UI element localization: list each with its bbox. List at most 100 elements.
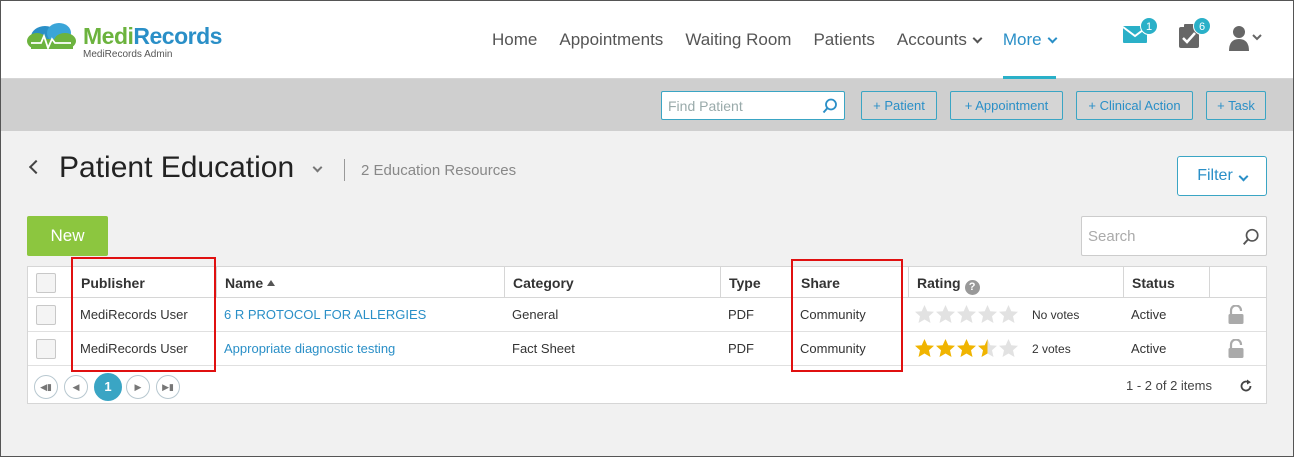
- vote-count: 2 votes: [1032, 342, 1071, 356]
- cell-publisher: MediRecords User: [80, 341, 188, 356]
- nav-appointments[interactable]: Appointments: [559, 1, 663, 79]
- nav-waiting-room[interactable]: Waiting Room: [685, 1, 791, 79]
- cell-name: 6 R PROTOCOL FOR ALLERGIES: [216, 298, 426, 332]
- tasks-button[interactable]: 6: [1177, 17, 1211, 54]
- user-menu-button[interactable]: [1229, 25, 1265, 56]
- find-patient-field[interactable]: [661, 91, 845, 120]
- messages-badge: 1: [1140, 17, 1158, 35]
- previous-page-icon[interactable]: ◀: [64, 375, 88, 399]
- grid-search-input[interactable]: [1082, 217, 1232, 255]
- filter-label: Filter: [1197, 167, 1233, 184]
- unlock-icon[interactable]: [1227, 339, 1245, 359]
- nav-waiting-room-label: Waiting Room: [685, 30, 792, 49]
- grid-pager: ◀▮ ◀ 1 ▶ ▶▮ 1 - 2 of 2 items: [28, 368, 1266, 404]
- nav-accounts[interactable]: Accounts: [896, 1, 983, 79]
- column-header-category[interactable]: Category: [504, 267, 720, 298]
- select-all-column: [28, 267, 72, 298]
- nav-appointments-label: Appointments: [559, 30, 664, 49]
- filter-button[interactable]: Filter: [1177, 156, 1267, 196]
- main-content: Patient Education 2 Education Resources …: [1, 131, 1293, 456]
- cell-type: PDF: [728, 307, 754, 322]
- nav-patients[interactable]: Patients: [813, 1, 874, 79]
- logo-name-records: Records: [133, 23, 222, 49]
- rating-stars[interactable]: [914, 304, 1019, 325]
- column-header-name[interactable]: Name: [216, 267, 504, 298]
- nav-accounts-label: Accounts: [896, 30, 967, 49]
- cell-status: Active: [1131, 307, 1167, 322]
- column-header-publisher[interactable]: Publisher: [72, 267, 216, 298]
- add-task-button[interactable]: + Task: [1206, 91, 1266, 120]
- education-resources-grid: Publisher Name Category Type Share Ratin…: [27, 266, 1267, 404]
- main-nav: Home Appointments Waiting Room Patients …: [481, 1, 1067, 79]
- title-dropdown-chevron-icon[interactable]: [312, 162, 323, 173]
- grid-search-field[interactable]: [1081, 216, 1267, 256]
- search-icon[interactable]: [822, 98, 838, 114]
- star-empty-icon[interactable]: [998, 304, 1019, 325]
- pager-items-info: 1 - 2 of 2 items: [1126, 378, 1212, 393]
- last-page-icon[interactable]: ▶▮: [156, 375, 180, 399]
- star-filled-icon[interactable]: [956, 338, 977, 359]
- star-filled-icon[interactable]: [914, 338, 935, 359]
- help-icon[interactable]: ?: [964, 280, 980, 295]
- cloud-logo-icon: [27, 23, 76, 51]
- sort-ascending-icon: [267, 280, 276, 286]
- star-half-icon[interactable]: [977, 338, 998, 359]
- column-header-rating-label: Rating: [917, 275, 961, 291]
- unlock-icon[interactable]: [1227, 305, 1245, 325]
- next-page-icon[interactable]: ▶: [126, 375, 150, 399]
- add-patient-button[interactable]: + Patient: [861, 91, 937, 120]
- nav-more[interactable]: More: [1002, 1, 1058, 79]
- first-page-icon[interactable]: ◀▮: [34, 375, 58, 399]
- page-title: Patient Education: [59, 151, 295, 184]
- star-filled-icon[interactable]: [935, 338, 956, 359]
- new-button[interactable]: New: [27, 216, 108, 256]
- star-empty-icon[interactable]: [998, 338, 1019, 359]
- cell-name: Appropriate diagnostic testing: [216, 332, 395, 366]
- nav-home-label: Home: [492, 30, 538, 49]
- grid-header: Publisher Name Category Type Share Ratin…: [28, 267, 1266, 298]
- tasks-badge: 6: [1193, 17, 1211, 35]
- logo-wordmark: MediRecords: [83, 23, 222, 50]
- column-header-rating[interactable]: Rating?: [908, 267, 1123, 298]
- row-checkbox[interactable]: [36, 305, 56, 325]
- cell-type: PDF: [728, 341, 754, 356]
- table-row[interactable]: MediRecords User 6 R PROTOCOL FOR ALLERG…: [28, 298, 1266, 332]
- refresh-icon[interactable]: [1239, 379, 1253, 393]
- resource-count: 2 Education Resources: [361, 162, 517, 179]
- chevron-down-icon: [972, 33, 983, 43]
- current-page-button[interactable]: 1: [94, 373, 122, 401]
- cell-share: Community: [800, 307, 866, 322]
- top-navbar: MediRecords MediRecords Admin Home Appoi…: [1, 1, 1293, 79]
- star-empty-icon[interactable]: [977, 304, 998, 325]
- column-header-status[interactable]: Status: [1123, 267, 1209, 298]
- table-row[interactable]: MediRecords User Appropriate diagnostic …: [28, 332, 1266, 366]
- nav-patients-label: Patients: [813, 30, 875, 49]
- resource-name-link[interactable]: 6 R PROTOCOL FOR ALLERGIES: [224, 307, 426, 322]
- vote-count: No votes: [1032, 308, 1080, 322]
- cell-publisher: MediRecords User: [80, 307, 188, 322]
- column-header-type[interactable]: Type: [720, 267, 792, 298]
- nav-home[interactable]: Home: [492, 1, 537, 79]
- find-patient-input[interactable]: [662, 92, 812, 119]
- chevron-down-icon: [1047, 33, 1058, 43]
- star-empty-icon[interactable]: [914, 304, 935, 325]
- column-header-lock: [1209, 267, 1266, 298]
- resource-name-link[interactable]: Appropriate diagnostic testing: [224, 341, 395, 356]
- add-clinical-action-button[interactable]: + Clinical Action: [1076, 91, 1193, 120]
- search-icon[interactable]: [1242, 228, 1260, 246]
- select-all-checkbox[interactable]: [36, 273, 56, 293]
- quick-action-bar: + Patient + Appointment + Clinical Actio…: [1, 79, 1293, 131]
- cell-share: Community: [800, 341, 866, 356]
- star-empty-icon[interactable]: [956, 304, 977, 325]
- user-avatar-icon: [1229, 26, 1262, 51]
- messages-button[interactable]: 1: [1122, 17, 1158, 50]
- column-header-name-label: Name: [225, 275, 264, 291]
- star-empty-icon[interactable]: [935, 304, 956, 325]
- nav-more-label: More: [1002, 30, 1042, 49]
- rating-stars[interactable]: [914, 338, 1019, 359]
- back-arrow-icon[interactable]: [28, 159, 44, 175]
- chevron-down-icon: [1238, 171, 1249, 182]
- row-checkbox[interactable]: [36, 339, 56, 359]
- column-header-share[interactable]: Share: [792, 267, 908, 298]
- add-appointment-button[interactable]: + Appointment: [950, 91, 1063, 120]
